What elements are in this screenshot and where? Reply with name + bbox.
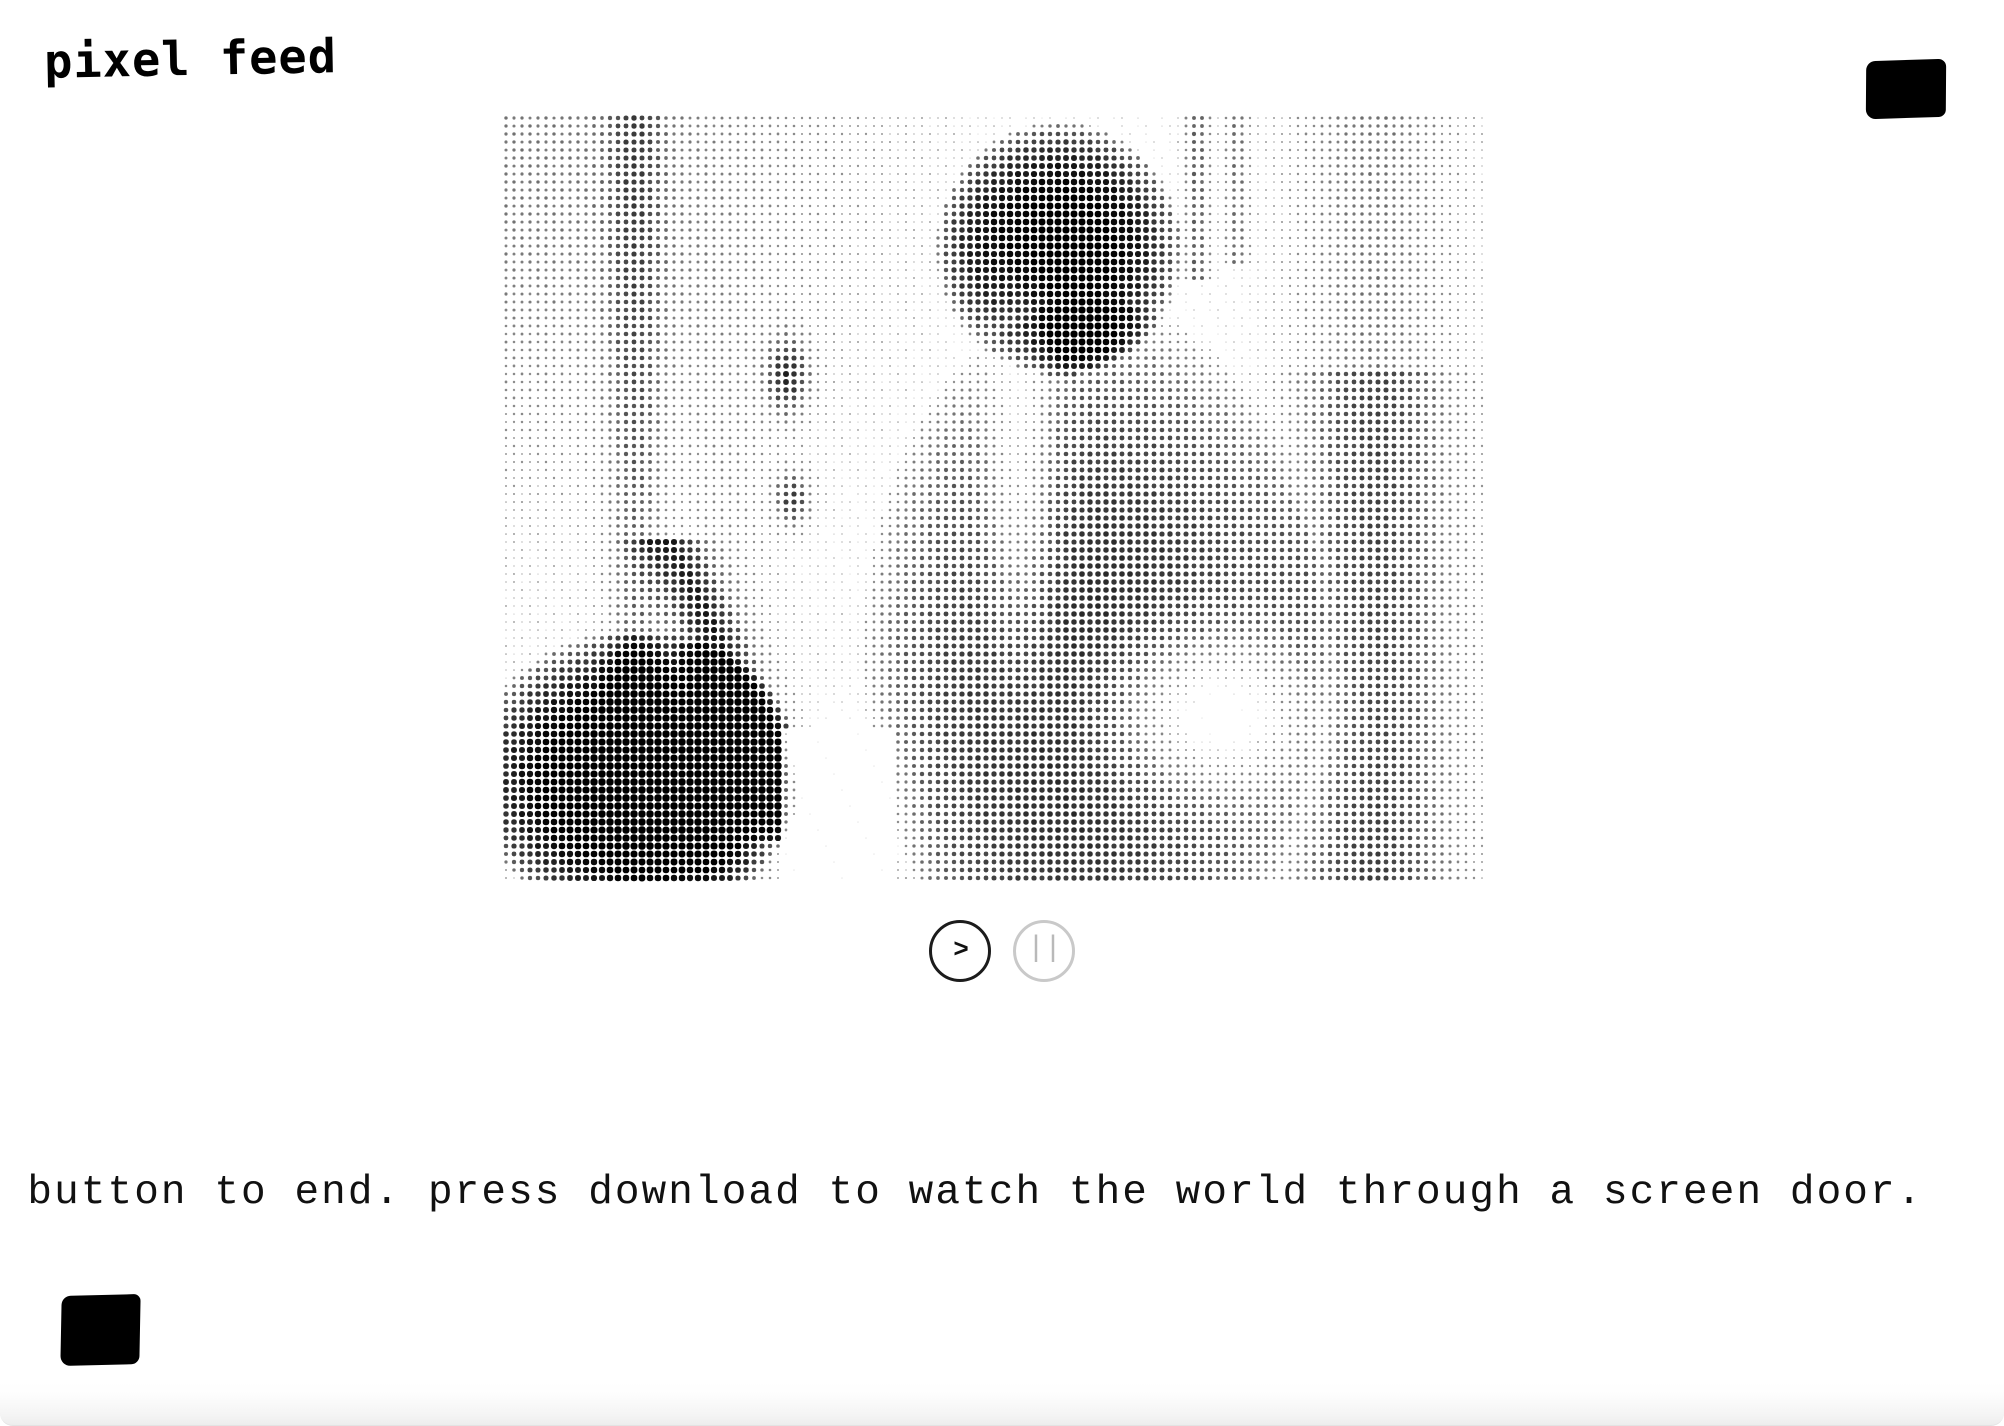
deco-square-bottom-left xyxy=(60,1294,141,1366)
deco-square-top-right xyxy=(1865,58,1947,120)
marquee-text: o button to end. press download to watch… xyxy=(0,1170,1924,1216)
halftone-feed-image xyxy=(502,114,1488,884)
feed-image-stage xyxy=(502,114,1488,884)
pause-bars-icon: || xyxy=(1026,932,1062,966)
page-header: pixel feed xyxy=(0,0,2004,130)
pause-button[interactable]: || xyxy=(1013,920,1075,982)
play-chevron-icon: > xyxy=(953,935,969,965)
play-button[interactable]: > xyxy=(929,920,991,982)
marquee-ticker: o button to end. press download to watch… xyxy=(0,1150,2004,1236)
app-root: pixel feed > || o button to end. press d… xyxy=(0,0,2004,1426)
page-title: pixel feed xyxy=(43,29,338,90)
window-bottom-edge xyxy=(0,1382,2004,1426)
transport-controls: > || xyxy=(0,920,2004,982)
